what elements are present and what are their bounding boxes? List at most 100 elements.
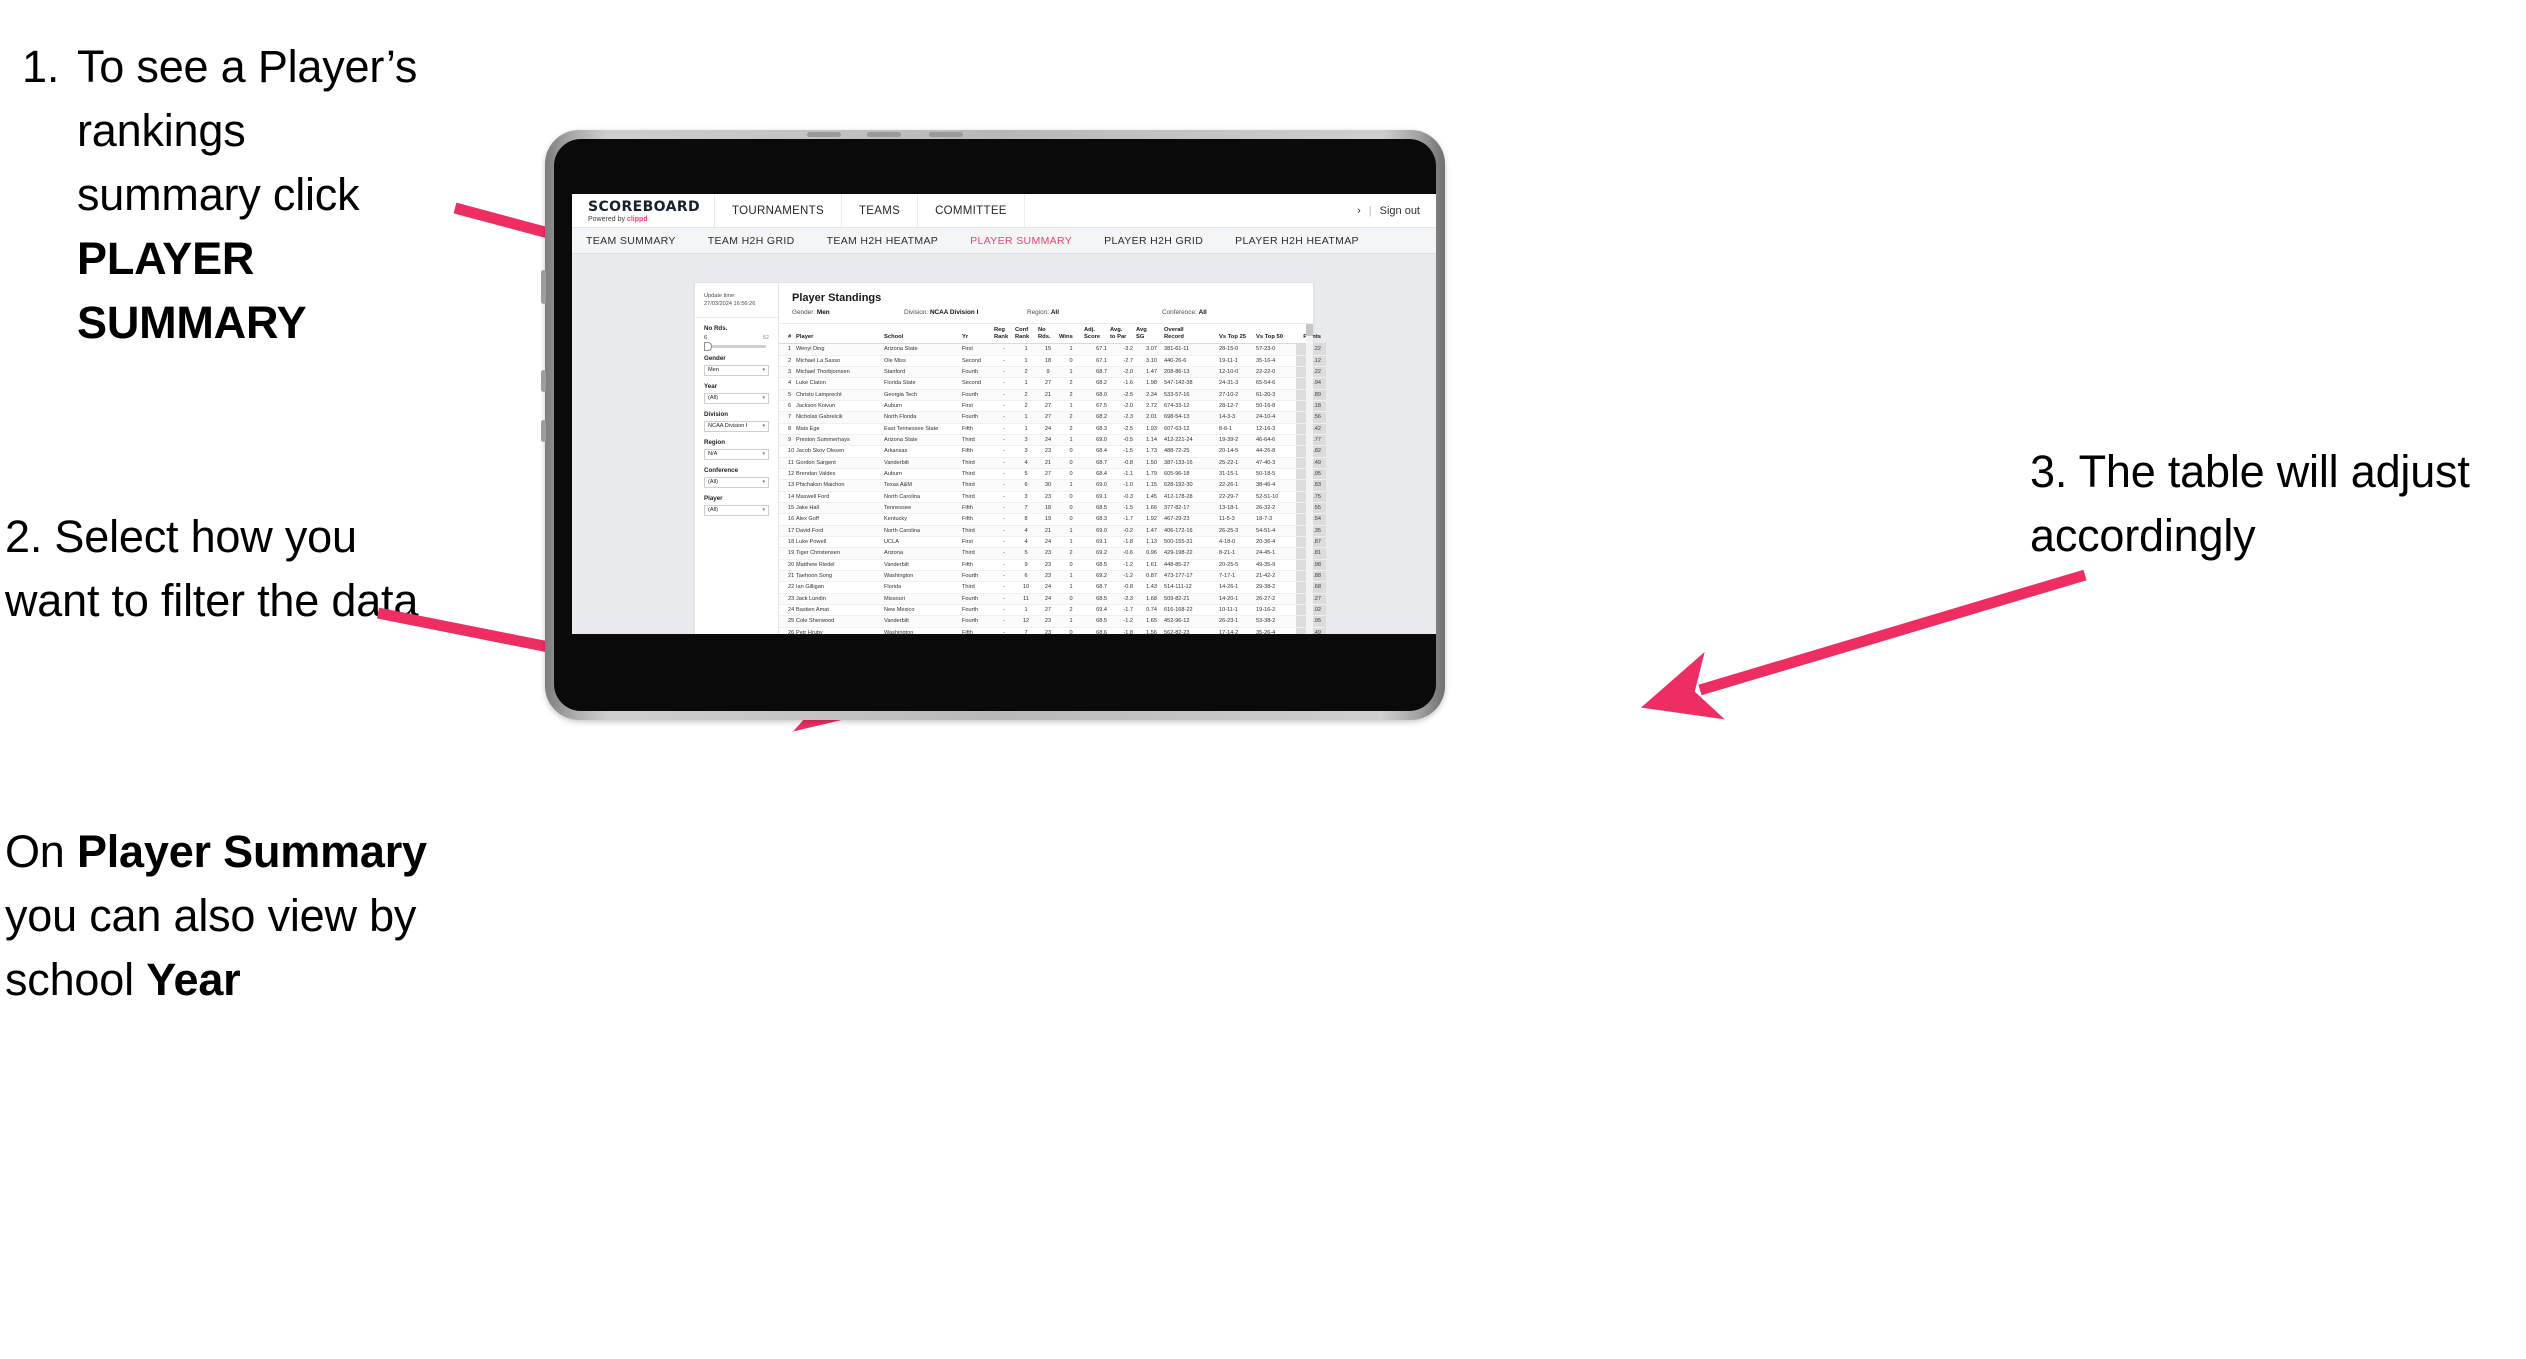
no-rounds-slider-handle[interactable] bbox=[704, 341, 712, 351]
cell-yr: First bbox=[962, 400, 994, 413]
cell-adj-score: 68.0 bbox=[1084, 389, 1110, 401]
topnav-item-committee[interactable]: COMMITTEE bbox=[918, 194, 1025, 227]
cell-reg-rank: - bbox=[994, 457, 1015, 469]
filter-select-division[interactable]: NCAA Division I ▾ bbox=[704, 420, 769, 432]
col-header-rank[interactable]: # bbox=[779, 324, 796, 345]
filter-select-gender[interactable]: Men ▾ bbox=[704, 364, 769, 376]
table-row[interactable]: 10 Jacob Skov Olesen Arkansas Fifth -3 23 0 68.… bbox=[779, 445, 1326, 458]
subnav-item-team-h2h-grid[interactable]: TEAM H2H GRID bbox=[708, 235, 815, 247]
table-row[interactable]: 6 Jackson Koivun Auburn First -2 27 1 67.5 -2.0 2… bbox=[779, 400, 1326, 413]
filter-label-gender: Gender bbox=[704, 354, 726, 362]
col-header-school[interactable]: School bbox=[884, 324, 962, 345]
table-row[interactable]: 2 Michael La Sasso Ole Miss Second -1 18 0 67.1… bbox=[779, 355, 1326, 367]
cell-adj-score: 69.1 bbox=[1084, 491, 1110, 503]
topnav-item-teams[interactable]: TEAMS bbox=[842, 194, 919, 227]
tablet-power-button[interactable] bbox=[541, 270, 546, 304]
col-header-wins[interactable]: Wins bbox=[1059, 324, 1084, 345]
cell-adj-score: 68.7 bbox=[1084, 581, 1110, 594]
col-header-vs-top-50[interactable]: Vs Top 50 bbox=[1256, 324, 1296, 345]
table-row[interactable]: 13 Phichaksn Maichon Texas A&M Third -6 30 1 69… bbox=[779, 479, 1326, 492]
cell-school: Washington bbox=[884, 570, 962, 583]
cell-vs-top-25: 8-6-1 bbox=[1216, 423, 1256, 435]
col-header-no-rds[interactable]: No Rds. bbox=[1038, 324, 1059, 345]
subnav-item-player-h2h-heatmap[interactable]: PLAYER H2H HEATMAP bbox=[1235, 235, 1379, 247]
brand-title: SCOREBOARD bbox=[588, 198, 701, 215]
chevron-down-icon: ▾ bbox=[762, 451, 765, 458]
cell-vs-top-50: 44-26-8 bbox=[1256, 445, 1296, 458]
table-row[interactable]: 16 Alex Goff Kentucky Fifth -8 19 0 68.3 -1.7 1.9… bbox=[779, 513, 1326, 526]
table-row[interactable]: 1 Wenyi Ding Arizona State First -1 15 1 67.1 -3… bbox=[779, 343, 1326, 356]
cell-overall-record: 452-96-12 bbox=[1160, 615, 1216, 628]
active-filter-division-value: NCAA Division I bbox=[929, 309, 979, 316]
cell-reg-rank: - bbox=[994, 423, 1015, 435]
table-row[interactable]: 12 Brendan Valdes Auburn Third -5 27 0 68.4 -1.1… bbox=[779, 468, 1326, 481]
table-row[interactable]: 23 Jack Lundin Missouri Fourth -11 24 0 68.5 -2.… bbox=[779, 593, 1326, 605]
col-header-conf-rank[interactable]: Conf Rank bbox=[1015, 324, 1038, 345]
cell-no-rds: 9 bbox=[1038, 366, 1059, 379]
subnav-item-player-summary[interactable]: PLAYER SUMMARY bbox=[970, 235, 1092, 247]
subnav-item-player-h2h-grid[interactable]: PLAYER H2H GRID bbox=[1104, 235, 1223, 247]
table-row[interactable]: 18 Luke Powell UCLA First -4 24 1 69.1 -1.8 1.13 5… bbox=[779, 536, 1326, 549]
table-scrollbar-thumb[interactable] bbox=[1306, 324, 1313, 336]
table-row[interactable]: 25 Cole Sherwood Vanderbilt Fourth -12 23 1 68.… bbox=[779, 615, 1326, 628]
subnav-item-team-summary[interactable]: TEAM SUMMARY bbox=[586, 235, 696, 247]
col-header-overall-record[interactable]: Overall Record bbox=[1160, 324, 1216, 345]
tablet-camera bbox=[867, 132, 901, 137]
cell-vs-top-50: 22-22-0 bbox=[1256, 366, 1296, 379]
tablet-volume-up-button[interactable] bbox=[541, 370, 546, 392]
cell-yr: Fourth bbox=[962, 604, 994, 617]
cell-avg-sg: 1.13 bbox=[1136, 536, 1160, 549]
table-row[interactable]: 5 Christo Lamprecht Georgia Tech Fourth -2 21… bbox=[779, 389, 1326, 401]
cell-overall-record: 607-63-12 bbox=[1160, 423, 1216, 435]
table-row[interactable]: 7 Nicholas Gabrelcik North Florida Fourth -1… bbox=[779, 411, 1326, 424]
standings-table-scroll-area: # Player School Yr Reg Rank Conf Rank No Rd… bbox=[779, 324, 1326, 634]
cell-player: Wenyi Ding bbox=[796, 343, 884, 356]
table-row[interactable]: 26 Petr Hruby Washington Fifth -7 23 0 68.6 -1.8… bbox=[779, 627, 1326, 634]
cell-wins: 1 bbox=[1059, 366, 1084, 379]
table-row[interactable]: 19 Tiger Christensen Arizona Third -5 23 2 69.2… bbox=[779, 547, 1326, 560]
table-row[interactable]: 9 Preston Summerhays Arizona State Third -3 2… bbox=[779, 434, 1326, 447]
col-header-reg-rank[interactable]: Reg Rank bbox=[994, 324, 1015, 345]
col-header-player[interactable]: Player bbox=[796, 324, 884, 345]
cell-avg-sg: 0.87 bbox=[1136, 570, 1160, 583]
table-row[interactable]: 15 Jake Hall Tennessee Fifth -7 18 0 68.5 -1.5 1.… bbox=[779, 502, 1326, 515]
col-header-avg-sg[interactable]: Avg SG bbox=[1136, 324, 1160, 345]
table-row[interactable]: 17 David Ford North Carolina Third -4 21 1 69.0… bbox=[779, 525, 1326, 537]
cell-no-rds: 27 bbox=[1038, 377, 1059, 390]
filter-select-player[interactable]: (All) ▾ bbox=[704, 504, 769, 516]
table-row[interactable]: 22 Ian Gilligan Florida Third -10 24 1 68.7 -0.8… bbox=[779, 581, 1326, 594]
table-row[interactable]: 8 Mats Ege East Tennessee State Fifth -1 24 2 6… bbox=[779, 423, 1326, 435]
cell-no-rds: 27 bbox=[1038, 604, 1059, 617]
subnav-item-team-h2h-heatmap[interactable]: TEAM H2H HEATMAP bbox=[827, 235, 959, 247]
topnav-item-tournaments[interactable]: TOURNAMENTS bbox=[715, 194, 842, 227]
table-row[interactable]: 4 Luke Claton Florida State Second -1 27 2 68.2… bbox=[779, 377, 1326, 390]
cell-vs-top-50: 24-45-1 bbox=[1256, 547, 1296, 560]
cell-no-rds: 23 bbox=[1038, 491, 1059, 503]
table-row[interactable]: 21 Taehoon Song Washington Fourth -6 23 1 69.2-… bbox=[779, 570, 1326, 583]
cell-conf-rank: 5 bbox=[1015, 547, 1038, 560]
brand-logo[interactable]: SCOREBOARD Powered by clippd bbox=[572, 194, 716, 227]
cell-wins: 2 bbox=[1059, 547, 1084, 560]
col-header-yr[interactable]: Yr bbox=[962, 324, 994, 345]
col-header-vs-top-25[interactable]: Vs Top 25 bbox=[1216, 324, 1256, 345]
cell-rank: 13 bbox=[779, 479, 796, 492]
annotation-step-2b-bold-2: Year bbox=[146, 953, 241, 1005]
col-header-avg-to-par[interactable]: Avg. to Par bbox=[1110, 324, 1136, 345]
user-chevron-icon[interactable]: › bbox=[1357, 205, 1361, 217]
no-rounds-slider[interactable] bbox=[704, 341, 766, 351]
table-row[interactable]: 24 Bastien Amat New Mexico Fourth -1 27 2 69.4-… bbox=[779, 604, 1326, 617]
table-scrollbar[interactable] bbox=[1306, 324, 1313, 634]
table-row[interactable]: 11 Gordon Sargent Vanderbilt Third -4 21 0 68.7… bbox=[779, 457, 1326, 469]
cell-no-rds: 24 bbox=[1038, 423, 1059, 435]
sign-out-link[interactable]: Sign out bbox=[1380, 205, 1420, 217]
table-row[interactable]: 14 Maxwell Ford North Carolina Third -3 23 0 69… bbox=[779, 491, 1326, 503]
table-row[interactable]: 20 Matthew Riedel Vanderbilt Fifth -9 23 0 68.5… bbox=[779, 559, 1326, 571]
tablet-volume-down-button[interactable] bbox=[541, 420, 546, 442]
filter-select-conference[interactable]: (All) ▾ bbox=[704, 476, 769, 488]
filter-select-region[interactable]: N/A ▾ bbox=[704, 448, 769, 460]
cell-avg-sg: 1.93 bbox=[1136, 423, 1160, 435]
col-header-adj-score[interactable]: Adj. Score bbox=[1084, 324, 1110, 345]
cell-conf-rank: 4 bbox=[1015, 536, 1038, 549]
table-row[interactable]: 3 Michael Thorbjornsen Stanford Fourth -2 9 1 6… bbox=[779, 366, 1326, 379]
filter-select-year[interactable]: (All) ▾ bbox=[704, 392, 769, 404]
